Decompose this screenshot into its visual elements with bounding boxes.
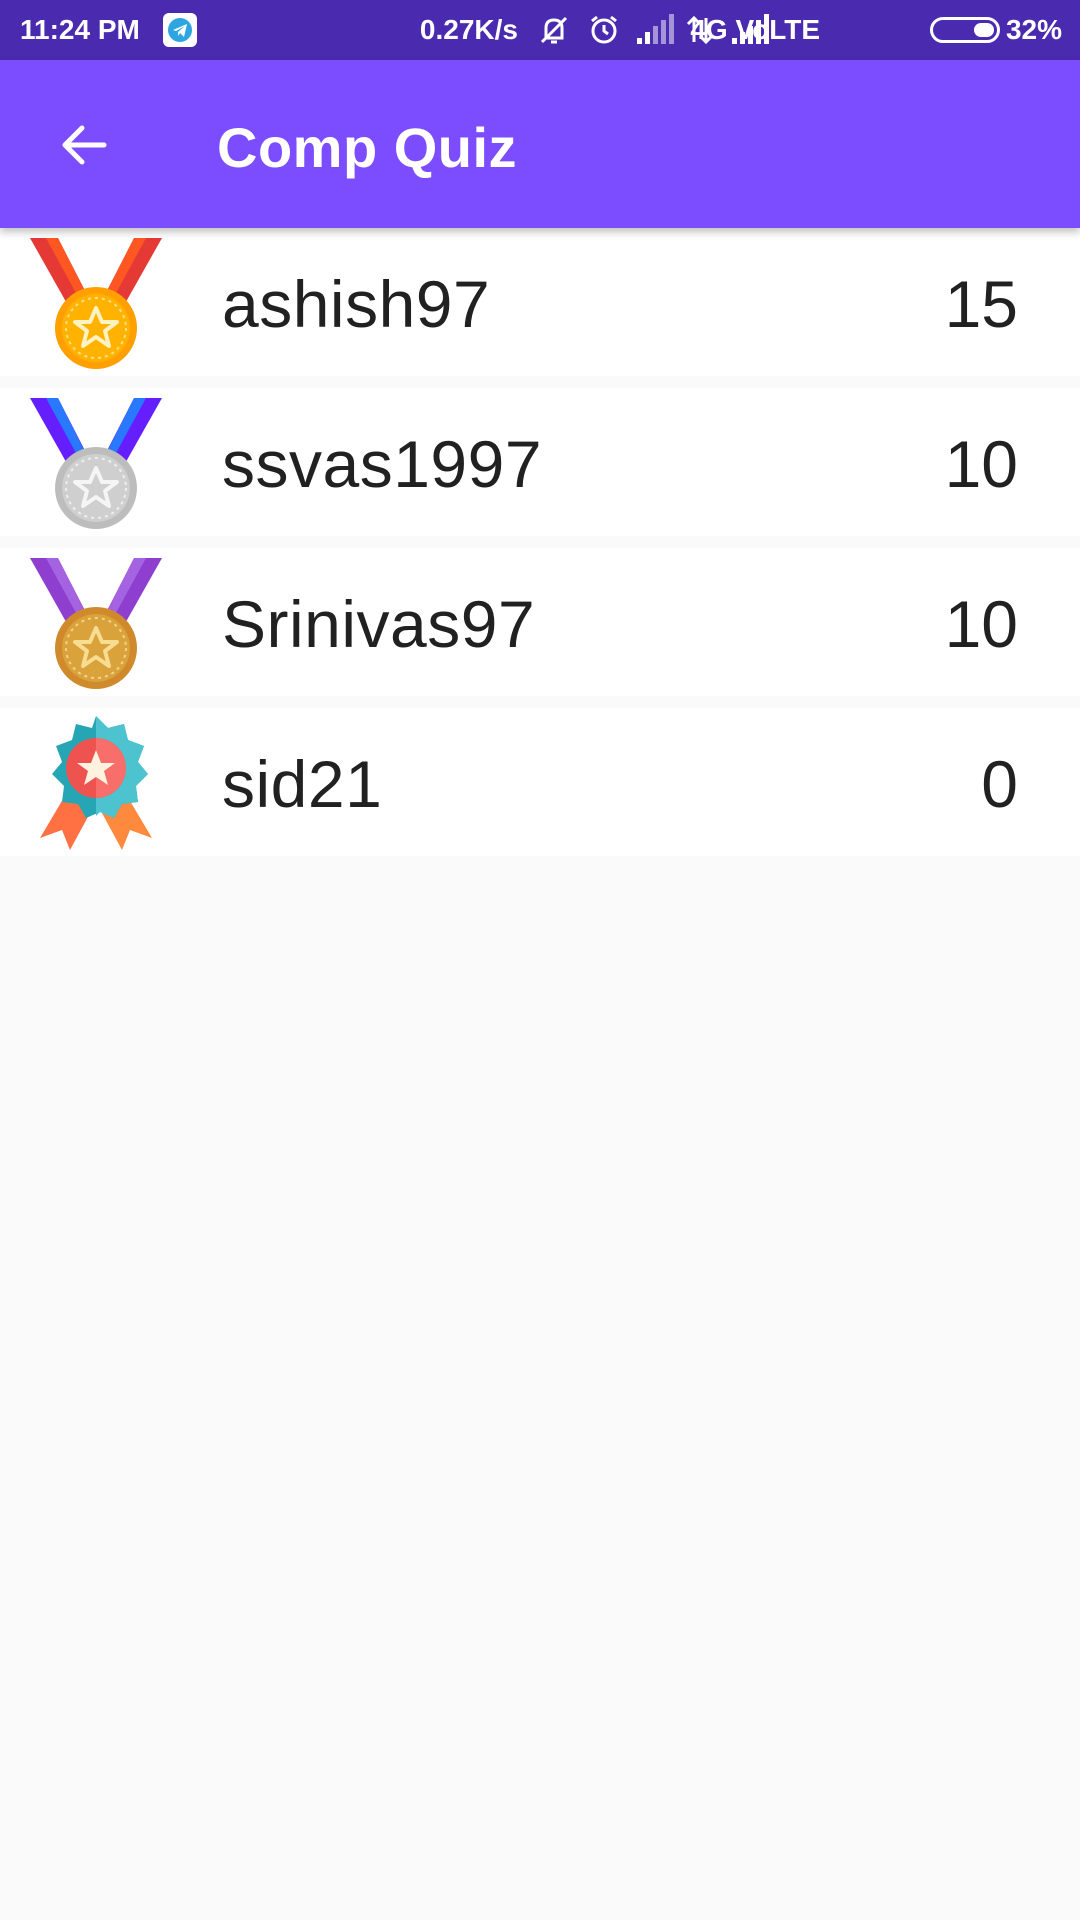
back-button[interactable] [44, 110, 124, 180]
battery-percent: 32% [1005, 14, 1062, 45]
list-item[interactable]: sid21 0 [0, 708, 1080, 856]
player-score: 10 [944, 427, 1018, 501]
player-name: sid21 [222, 747, 383, 821]
mute-icon [536, 12, 572, 55]
silver-medal-icon [26, 392, 166, 532]
list-item[interactable]: ashish97 15 [0, 228, 1080, 376]
page-title: Comp Quiz [217, 116, 518, 179]
network-speed: 0.27K/s [419, 14, 518, 45]
app-bar: Comp Quiz [0, 60, 1080, 228]
gold-medal-icon [26, 232, 166, 372]
player-score: 0 [981, 747, 1018, 821]
signal-icon [635, 12, 675, 55]
player-score: 15 [944, 267, 1018, 341]
status-bar: 11:24 PM 0.27K/s 4G VoLTE 32% [0, 0, 1080, 60]
alarm-icon [586, 12, 622, 55]
list-item[interactable]: Srinivas97 10 [0, 548, 1080, 696]
status-time: 11:24 PM [20, 14, 140, 45]
player-name: Srinivas97 [222, 587, 536, 661]
player-score: 10 [944, 587, 1018, 661]
award-badge-icon [26, 712, 166, 852]
network-type: 4G VoLTE [690, 14, 820, 45]
battery-icon [930, 17, 1000, 43]
player-name: ashish97 [222, 267, 491, 341]
list-item[interactable]: ssvas1997 10 [0, 388, 1080, 536]
telegram-icon [163, 13, 197, 47]
arrow-left-icon [62, 125, 107, 165]
bronze-medal-icon [26, 552, 166, 692]
player-name: ssvas1997 [222, 427, 543, 501]
